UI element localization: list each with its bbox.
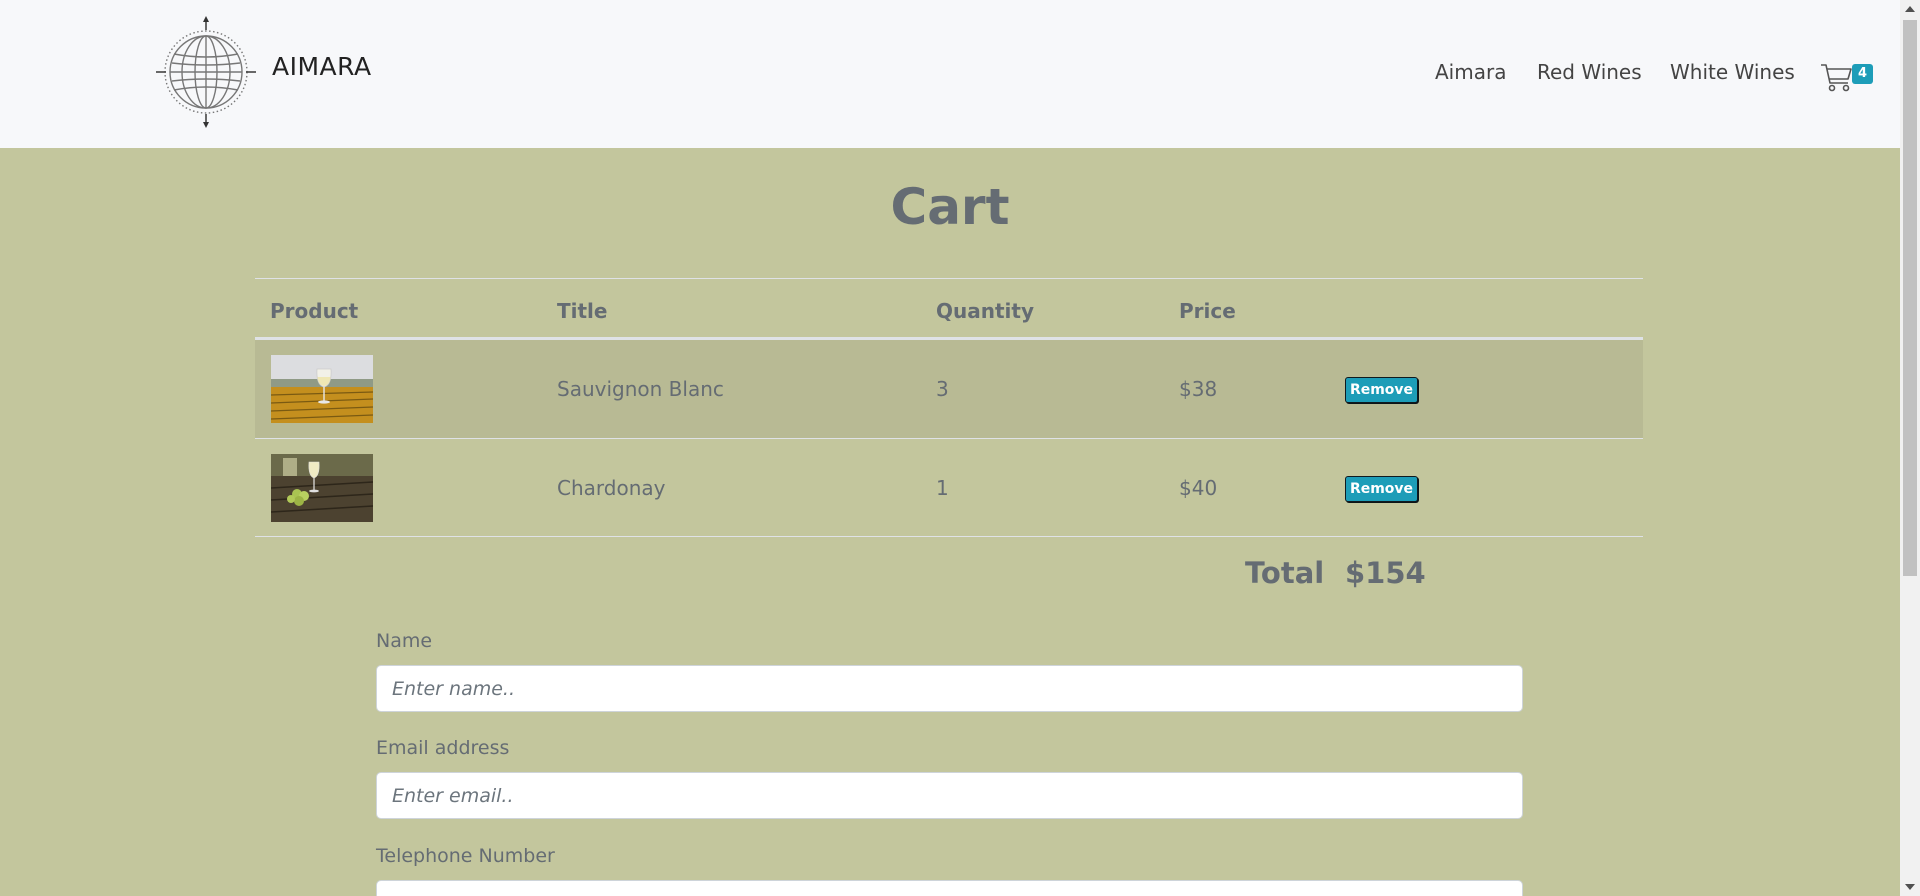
- row-price: $40: [1179, 476, 1218, 500]
- row-quantity: 3: [936, 377, 949, 401]
- total-value: $154: [1345, 556, 1426, 590]
- total-label: Total: [1245, 556, 1325, 590]
- cart-link[interactable]: 4: [1820, 60, 1876, 94]
- email-input[interactable]: [376, 772, 1523, 819]
- table-row: Chardonay 1 $40 Remove: [255, 438, 1643, 537]
- scroll-up-icon[interactable]: [1905, 6, 1915, 12]
- remove-button[interactable]: Remove: [1345, 476, 1418, 502]
- product-image-sauvignon-blanc: [271, 355, 373, 423]
- nav-link-red-wines[interactable]: Red Wines: [1537, 60, 1642, 84]
- product-image-chardonay: [271, 454, 373, 522]
- brand-name[interactable]: AIMARA: [272, 52, 372, 81]
- header-title: Title: [557, 299, 608, 323]
- row-title: Chardonay: [557, 476, 666, 500]
- cart-icon: [1821, 64, 1852, 92]
- scroll-down-icon[interactable]: [1905, 884, 1915, 890]
- page-title: Cart: [890, 178, 1010, 236]
- cart-count-badge: 4: [1852, 64, 1873, 84]
- header-price: Price: [1179, 299, 1236, 323]
- navbar: AIMARA Aimara Red Wines White Wines 4: [0, 0, 1900, 148]
- header-product: Product: [270, 299, 359, 323]
- remove-button[interactable]: Remove: [1345, 377, 1418, 403]
- name-input[interactable]: [376, 665, 1523, 712]
- email-label: Email address: [376, 737, 510, 759]
- nav-link-white-wines[interactable]: White Wines: [1670, 60, 1795, 84]
- header-quantity: Quantity: [936, 299, 1034, 323]
- table-header-row: Product Title Quantity Price: [255, 278, 1643, 339]
- table-row: Sauvignon Blanc 3 $38 Remove: [255, 339, 1643, 438]
- row-title: Sauvignon Blanc: [557, 377, 724, 401]
- nav-link-aimara[interactable]: Aimara: [1435, 60, 1506, 84]
- telephone-label: Telephone Number: [376, 845, 555, 867]
- cart-table: Product Title Quantity Price Sauvignon B…: [255, 278, 1643, 537]
- globe-logo-icon[interactable]: [156, 16, 256, 128]
- name-label: Name: [376, 630, 433, 652]
- row-price: $38: [1179, 377, 1218, 401]
- row-quantity: 1: [936, 476, 949, 500]
- scrollbar[interactable]: [1900, 0, 1920, 896]
- telephone-input[interactable]: [376, 880, 1523, 896]
- scroll-thumb[interactable]: [1903, 20, 1917, 576]
